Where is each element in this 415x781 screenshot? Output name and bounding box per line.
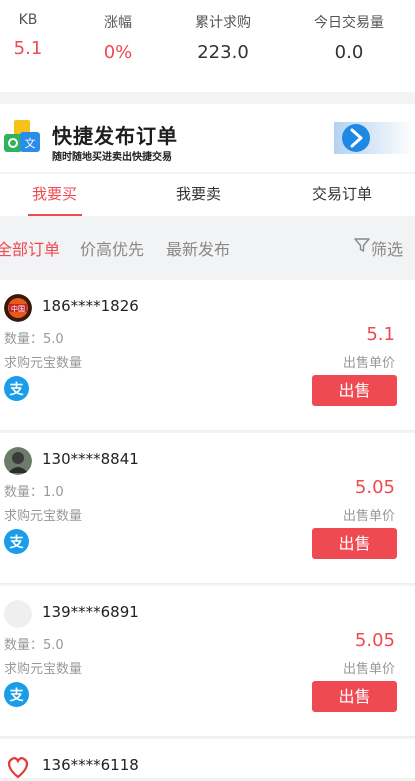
- filter-funnel-icon[interactable]: [354, 237, 370, 253]
- price-label: 出售单价: [342, 509, 395, 524]
- sell-button[interactable]: 出售: [312, 375, 397, 406]
- order-card: 中国 186****1826 数量：5.0 求购元宝数量 5.1 出售单价 支 …: [0, 280, 415, 431]
- svg-text:支: 支: [9, 381, 25, 398]
- svg-text:支: 支: [9, 687, 25, 704]
- quantity-label: 求购元宝数量: [4, 509, 83, 524]
- avatar: 中国: [4, 294, 32, 322]
- order-card: 136****6118: [0, 739, 415, 779]
- banner-subtitle: 随时随地买进卖出快捷交易: [52, 152, 172, 163]
- stat-value: 223.0: [197, 42, 249, 63]
- order-quantity: 数量：5.0: [4, 638, 64, 653]
- avatar: [7, 757, 29, 779]
- stat-label: 今日交易量: [314, 15, 384, 31]
- tab-buy[interactable]: 我要买: [32, 183, 77, 204]
- stat-total-buy: 累计求购 223.0: [171, 12, 275, 63]
- sell-button[interactable]: 出售: [312, 681, 397, 712]
- filter-button[interactable]: 筛选: [371, 236, 403, 260]
- stat-label: 累计求购: [195, 15, 251, 31]
- order-card: 139****6891 数量：5.0 求购元宝数量 5.05 出售单价 支 出售: [0, 586, 415, 737]
- svg-text:文: 文: [25, 136, 36, 150]
- filter-all-orders[interactable]: 全部订单: [0, 236, 60, 260]
- stat-change: 涨幅 0%: [66, 12, 170, 63]
- alipay-icon: 支: [4, 376, 29, 401]
- market-stats: KB 5.1 涨幅 0% 累计求购 223.0 今日交易量 0.0: [0, 0, 415, 92]
- quick-order-logo-icon: 文: [4, 120, 40, 152]
- price-label: 出售单价: [342, 662, 395, 677]
- avatar: [4, 447, 32, 475]
- filter-newest[interactable]: 最新发布: [166, 236, 230, 260]
- quantity-label: 求购元宝数量: [4, 356, 83, 371]
- order-quantity: 数量：5.0: [4, 332, 64, 347]
- avatar: [4, 600, 32, 628]
- stat-value: 0.0: [334, 42, 364, 63]
- price-label: 出售单价: [342, 356, 395, 371]
- order-price: 5.05: [354, 477, 395, 498]
- stat-label: 涨幅: [104, 15, 132, 31]
- tab-orders[interactable]: 交易订单: [312, 183, 372, 204]
- tab-sell[interactable]: 我要卖: [176, 183, 221, 204]
- order-price: 5.1: [366, 324, 395, 345]
- filter-price-high[interactable]: 价高优先: [80, 236, 144, 260]
- alipay-icon: 支: [4, 529, 29, 554]
- banner-title: 快捷发布订单: [52, 124, 178, 148]
- order-quantity: 数量：1.0: [4, 485, 64, 500]
- stat-today-volume: 今日交易量 0.0: [297, 12, 401, 63]
- user-phone: 130****8841: [42, 450, 139, 468]
- svg-text:中国: 中国: [11, 304, 25, 313]
- order-card: 130****8841 数量：1.0 求购元宝数量 5.05 出售单价 支 出售: [0, 433, 415, 584]
- user-phone: 139****6891: [42, 603, 139, 621]
- svg-text:支: 支: [9, 534, 25, 551]
- user-phone: 136****6118: [42, 756, 139, 774]
- stat-value: 0%: [103, 42, 133, 63]
- quantity-label: 求购元宝数量: [4, 662, 83, 677]
- order-price: 5.05: [354, 630, 395, 651]
- sell-button[interactable]: 出售: [312, 528, 397, 559]
- user-phone: 186****1826: [42, 297, 139, 315]
- alipay-icon: 支: [4, 682, 29, 707]
- banner-go-button[interactable]: [334, 116, 415, 160]
